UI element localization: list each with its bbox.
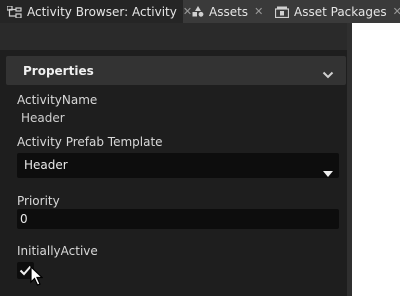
- properties-header[interactable]: Properties: [6, 56, 346, 85]
- tab-label: Assets: [209, 4, 249, 19]
- close-icon[interactable]: ✕: [183, 5, 192, 18]
- prefab-template-label: Activity Prefab Template: [17, 135, 163, 149]
- priority-label: Priority: [17, 194, 60, 208]
- tab-assets[interactable]: Assets ✕: [192, 0, 263, 23]
- tab-activity-browser[interactable]: Activity Browser: Activity ✕: [0, 0, 192, 23]
- prefab-template-dropdown[interactable]: Header: [17, 153, 339, 178]
- initially-active-label: InitiallyActive: [17, 244, 98, 258]
- priority-value: 0: [20, 212, 28, 226]
- tab-bar: Activity Browser: Activity ✕ Assets ✕ As…: [0, 0, 400, 23]
- activity-name-label: ActivityName: [17, 93, 98, 107]
- assets-icon: [192, 6, 204, 17]
- chevron-down-icon[interactable]: [322, 64, 334, 83]
- tab-asset-packages[interactable]: Asset Packages ✕: [275, 0, 400, 23]
- tab-label: Activity Browser: Activity: [27, 4, 177, 19]
- activity-name-value: Header: [21, 111, 65, 125]
- tab-label: Asset Packages: [294, 4, 387, 19]
- priority-field[interactable]: 0: [17, 209, 339, 229]
- close-icon[interactable]: ✕: [393, 5, 400, 18]
- viewport[interactable]: [352, 23, 400, 296]
- dropdown-arrow-icon: [323, 162, 333, 181]
- panel-title: Properties: [23, 63, 94, 78]
- activity-tree-icon: [7, 5, 22, 18]
- panel-toolbar: [0, 23, 352, 50]
- close-icon[interactable]: ✕: [254, 5, 263, 18]
- asset-packages-icon: [275, 6, 289, 18]
- dropdown-value: Header: [24, 158, 68, 172]
- mouse-cursor-icon: [30, 265, 44, 290]
